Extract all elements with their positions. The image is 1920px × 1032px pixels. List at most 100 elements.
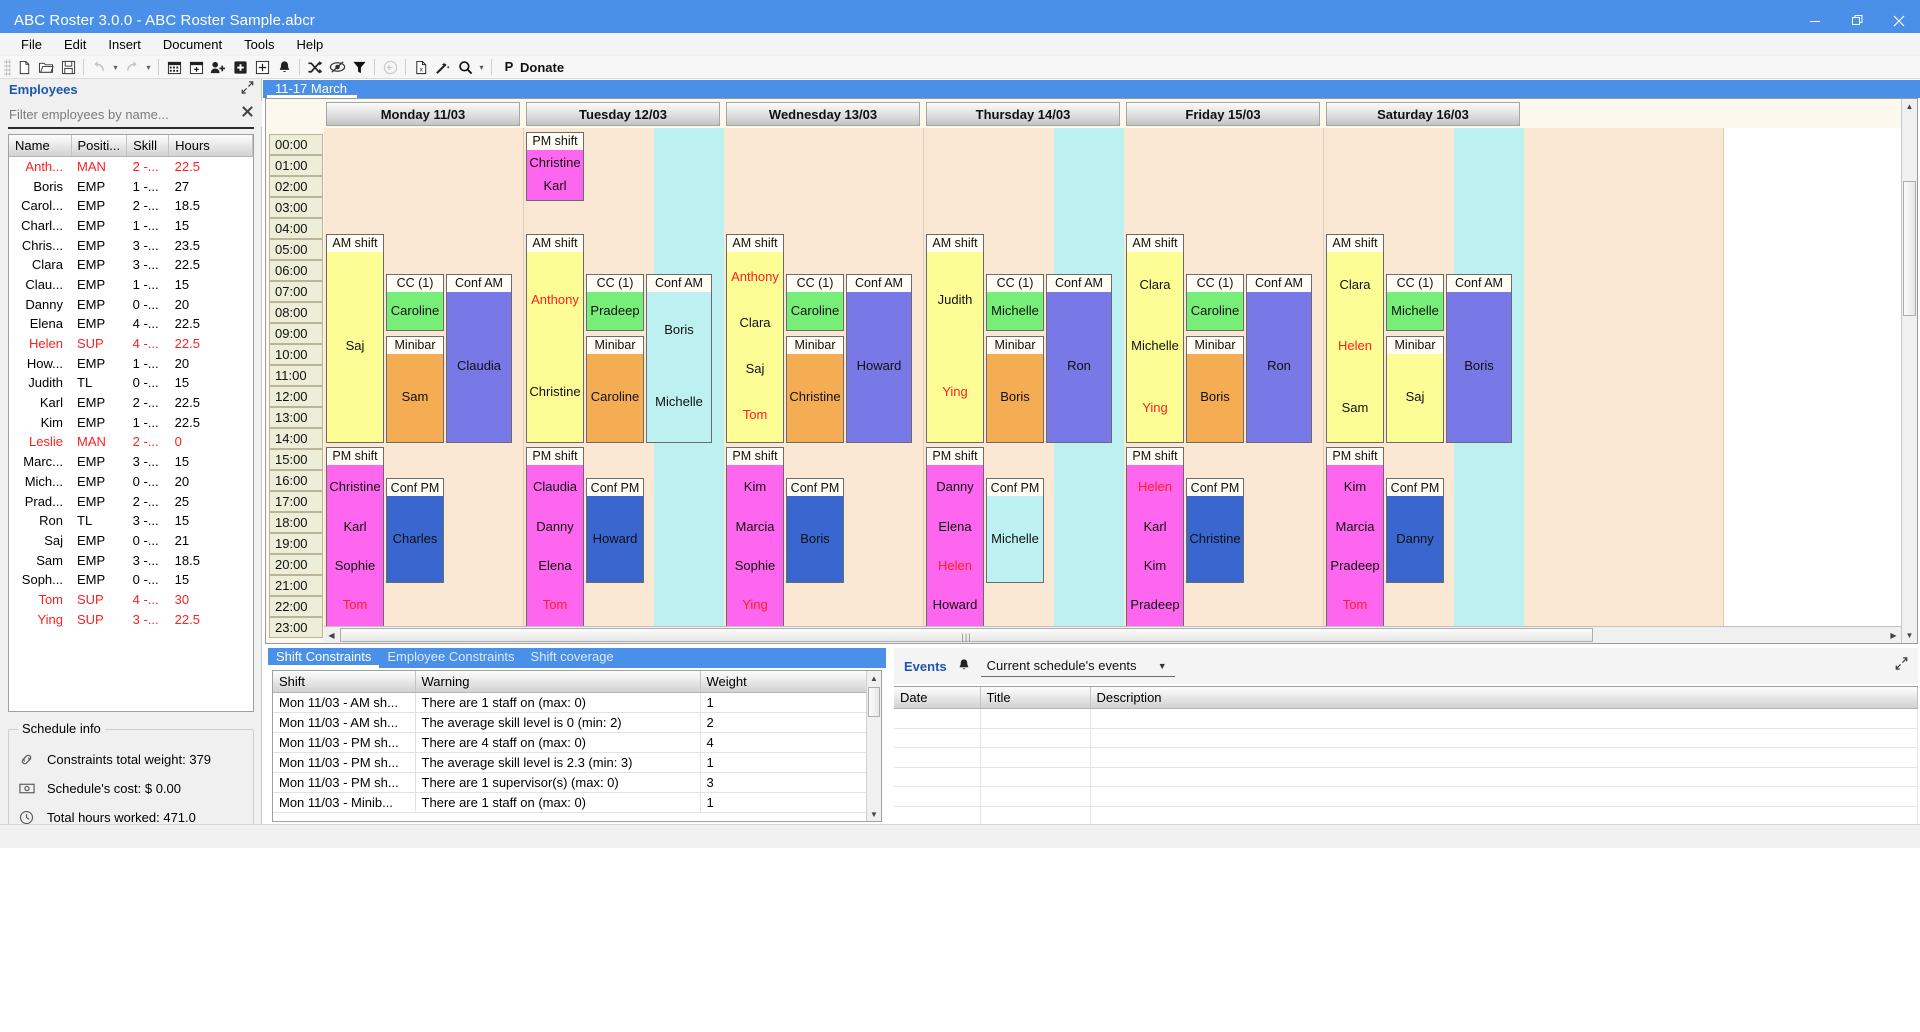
magic-wand-icon[interactable] xyxy=(432,57,454,78)
column-header-warning[interactable]: Warning xyxy=(415,671,700,693)
employees-table-container[interactable]: Name Positi... Skill Hours Anth...MAN2 -… xyxy=(8,134,254,712)
redo-dropdown-caret[interactable]: ▾ xyxy=(143,57,154,78)
shift-block[interactable]: PM shiftChristineKarlSophieTom xyxy=(326,447,384,630)
shuffle-icon[interactable] xyxy=(304,57,326,78)
constraints-scroll-up-arrow[interactable]: ▲ xyxy=(867,671,881,685)
assigned-employee-name[interactable]: Christine xyxy=(529,385,580,400)
assigned-employee-name[interactable]: Caroline xyxy=(791,304,839,319)
column-header-date[interactable]: Date xyxy=(894,687,980,709)
shift-block[interactable]: PM shiftHelenKarlKimPradeep xyxy=(1126,447,1184,630)
shift-block[interactable]: Conf PMHoward xyxy=(586,478,644,583)
menu-item-file[interactable]: File xyxy=(10,35,53,54)
assigned-employee-name[interactable]: Ron xyxy=(1067,359,1091,374)
table-row[interactable]: KimEMP1 -...22.5 xyxy=(9,412,253,432)
table-row[interactable] xyxy=(894,709,1918,729)
table-row[interactable]: HelenSUP4 -...22.5 xyxy=(9,334,253,354)
export-excel-icon[interactable]: x xyxy=(410,57,432,78)
shift-block[interactable]: AM shiftAnthonyChristine xyxy=(526,234,584,443)
undo-dropdown-caret[interactable]: ▾ xyxy=(110,57,121,78)
new-document-icon[interactable] xyxy=(13,57,35,78)
shift-block[interactable]: PM shiftKimMarciaPradeepTom xyxy=(1326,447,1384,630)
assigned-employee-name[interactable]: Caroline xyxy=(591,390,639,405)
assigned-employee-name[interactable]: Ying xyxy=(1142,401,1168,416)
filter-funnel-icon[interactable] xyxy=(348,57,370,78)
day-header[interactable]: Saturday 16/03 xyxy=(1326,102,1520,126)
assigned-employee-name[interactable]: Kim xyxy=(1344,480,1366,495)
assigned-employee-name[interactable]: Danny xyxy=(936,480,974,495)
scroll-down-arrow[interactable]: ▼ xyxy=(1902,628,1917,643)
assigned-employee-name[interactable]: Tom xyxy=(1343,598,1368,613)
constraints-table-container[interactable]: Shift Warning Weight Mon 11/03 - AM sh..… xyxy=(272,670,882,822)
scroll-up-arrow[interactable]: ▲ xyxy=(1902,99,1917,114)
assigned-employee-name[interactable]: Michelle xyxy=(1391,304,1439,319)
shift-block[interactable]: CC (1)Caroline xyxy=(1186,274,1244,332)
shift-block[interactable]: Conf PMCharles xyxy=(386,478,444,583)
shift-block[interactable]: AM shiftAnthonyClaraSajTom xyxy=(726,234,784,443)
assigned-employee-name[interactable]: Sophie xyxy=(735,559,775,574)
shift-block[interactable]: PM shiftKimMarciaSophieYing xyxy=(726,447,784,630)
assigned-employee-name[interactable]: Howard xyxy=(933,598,978,613)
assigned-employee-name[interactable]: Kim xyxy=(744,480,766,495)
table-row[interactable]: KarlEMP2 -...22.5 xyxy=(9,393,253,413)
shift-block[interactable]: Conf AMBorisMichelle xyxy=(646,274,712,443)
shift-block[interactable]: MinibarSaj xyxy=(1386,336,1444,443)
shift-block[interactable]: AM shiftJudithYing xyxy=(926,234,984,443)
assigned-employee-name[interactable]: Pradeep xyxy=(590,304,639,319)
assigned-employee-name[interactable]: Caroline xyxy=(1191,304,1239,319)
column-header-description[interactable]: Description xyxy=(1090,687,1918,709)
collapse-panel-icon[interactable] xyxy=(241,81,254,97)
shift-block[interactable]: Conf PMMichelle xyxy=(986,478,1044,583)
hide-eye-icon[interactable] xyxy=(326,57,348,78)
tab-employee-constraints[interactable]: Employee Constraints xyxy=(379,648,522,668)
table-row[interactable]: Chris...EMP3 -...23.5 xyxy=(9,235,253,255)
assigned-employee-name[interactable]: Karl xyxy=(343,520,366,535)
assigned-employee-name[interactable]: Sophie xyxy=(335,559,375,574)
column-header-skill[interactable]: Skill xyxy=(127,135,169,157)
add-person-icon[interactable] xyxy=(207,57,229,78)
table-row[interactable]: Marc...EMP3 -...15 xyxy=(9,452,253,472)
shift-block[interactable]: PM shiftChristineKarl xyxy=(526,132,584,201)
table-row[interactable] xyxy=(894,787,1918,807)
assigned-employee-name[interactable]: Marcia xyxy=(735,520,774,535)
donate-button[interactable]: P Donate xyxy=(496,57,570,78)
add-grid-icon[interactable] xyxy=(251,57,273,78)
menu-item-insert[interactable]: Insert xyxy=(97,35,152,54)
assigned-employee-name[interactable]: Tom xyxy=(343,598,368,613)
shift-block[interactable]: Conf PMBoris xyxy=(786,478,844,583)
assigned-employee-name[interactable]: Judith xyxy=(938,293,973,308)
assigned-employee-name[interactable]: Tom xyxy=(543,598,568,613)
table-row[interactable]: Mon 11/03 - AM sh...There are 1 staff on… xyxy=(273,693,881,713)
assigned-employee-name[interactable]: Saj xyxy=(346,339,365,354)
shift-block[interactable]: AM shiftSaj xyxy=(326,234,384,443)
undo-icon[interactable] xyxy=(88,57,110,78)
table-row[interactable]: TomSUP4 -...30 xyxy=(9,590,253,610)
shift-block[interactable]: AM shiftClaraHelenSam xyxy=(1326,234,1384,443)
constraints-scroll-thumb[interactable] xyxy=(868,687,880,717)
table-row[interactable]: LeslieMAN2 -...0 xyxy=(9,432,253,452)
day-header[interactable]: Tuesday 12/03 xyxy=(526,102,720,126)
schedule-vertical-scrollbar[interactable]: ▲ ▼ xyxy=(1901,99,1917,643)
assigned-employee-name[interactable]: Ron xyxy=(1267,359,1291,374)
shift-block[interactable]: Conf AMClaudia xyxy=(446,274,512,443)
table-row[interactable]: Clau...EMP1 -...15 xyxy=(9,275,253,295)
assigned-employee-name[interactable]: Michelle xyxy=(991,532,1039,547)
table-row[interactable]: Mich...EMP0 -...20 xyxy=(9,472,253,492)
redo-icon[interactable] xyxy=(121,57,143,78)
assigned-employee-name[interactable]: Marcia xyxy=(1335,520,1374,535)
shift-block[interactable]: Conf AMBoris xyxy=(1446,274,1512,443)
assigned-employee-name[interactable]: Pradeep xyxy=(1330,559,1379,574)
column-header-position[interactable]: Positi... xyxy=(71,135,127,157)
shift-block[interactable]: CC (1)Caroline xyxy=(386,274,444,332)
assigned-employee-name[interactable]: Danny xyxy=(1396,532,1434,547)
assigned-employee-name[interactable]: Boris xyxy=(1000,390,1030,405)
assigned-employee-name[interactable]: Clara xyxy=(739,316,770,331)
menu-item-document[interactable]: Document xyxy=(152,35,233,54)
assigned-employee-name[interactable]: Clara xyxy=(1139,278,1170,293)
assigned-employee-name[interactable]: Clara xyxy=(1339,278,1370,293)
day-header[interactable]: Thursday 14/03 xyxy=(926,102,1120,126)
assigned-employee-name[interactable]: Caroline xyxy=(391,304,439,319)
shift-block[interactable]: CC (1)Caroline xyxy=(786,274,844,332)
table-row[interactable]: Anth...MAN2 -...22.5 xyxy=(9,157,253,177)
shift-block[interactable]: MinibarSam xyxy=(386,336,444,443)
assigned-employee-name[interactable]: Anthony xyxy=(731,270,779,285)
